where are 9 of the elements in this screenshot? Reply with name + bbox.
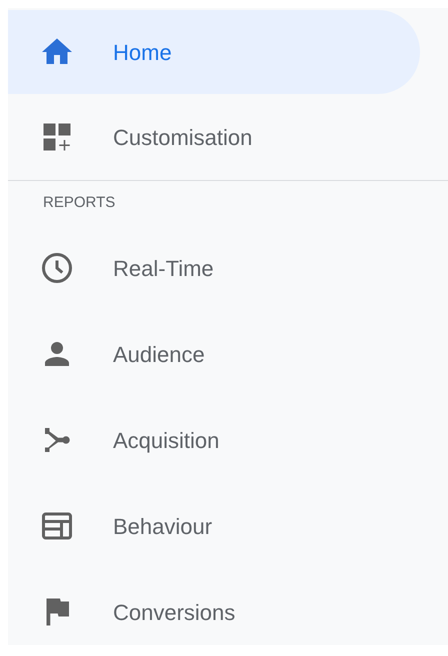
nav-item[interactable]: Audience bbox=[8, 311, 420, 397]
nav-item[interactable]: Real-Time bbox=[8, 225, 420, 311]
nav-item[interactable]: Home bbox=[8, 10, 420, 94]
nav-item[interactable]: Behaviour bbox=[8, 483, 420, 569]
nav-item[interactable]: Customisation bbox=[8, 94, 420, 180]
section-heading: REPORTS bbox=[43, 192, 116, 213]
nav-item[interactable]: Acquisition bbox=[8, 397, 420, 483]
clock-icon bbox=[39, 250, 75, 286]
nav-item[interactable]: Conversions bbox=[8, 569, 420, 645]
